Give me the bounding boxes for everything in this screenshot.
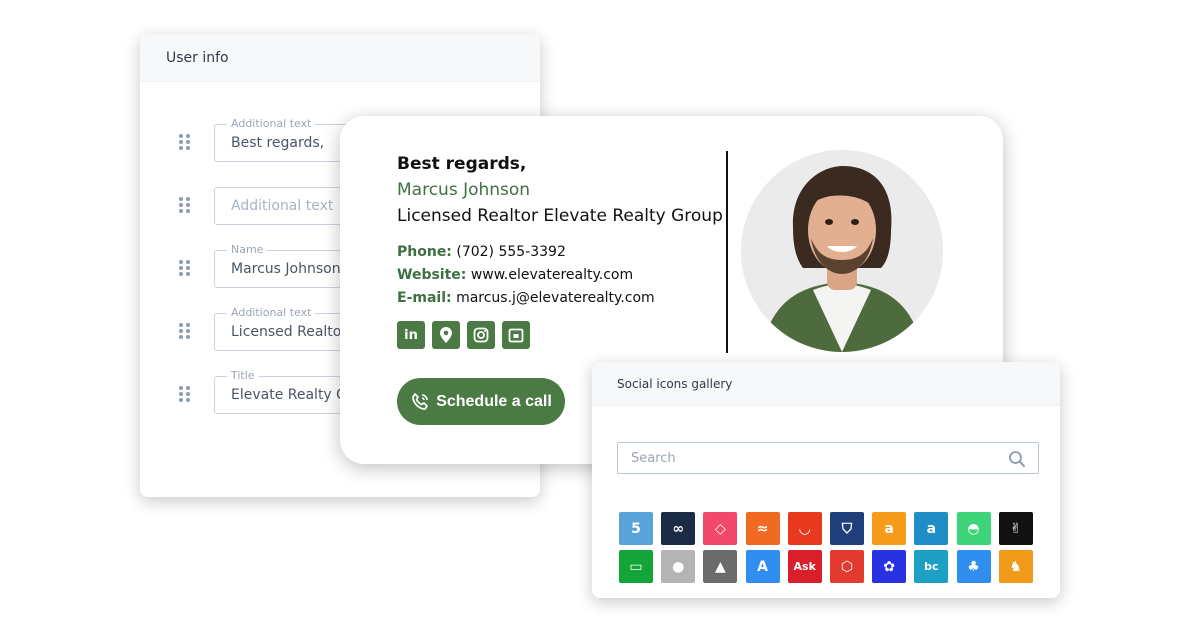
field-value: Marcus Johnson xyxy=(231,261,341,277)
amazon-a-icon[interactable]: a xyxy=(914,512,949,545)
apple-icon[interactable]: ● xyxy=(661,550,696,583)
contact-value: (702) 555-3392 xyxy=(456,244,566,260)
instagram-icon[interactable] xyxy=(467,321,495,349)
signature-greeting: Best regards, xyxy=(397,154,527,174)
app-store-icon[interactable]: A xyxy=(745,550,780,583)
ask-icon[interactable]: Ask xyxy=(787,550,822,583)
drag-handle-icon[interactable] xyxy=(179,323,191,339)
drag-handle-icon[interactable] xyxy=(179,386,191,402)
signature-social-icons: in xyxy=(397,321,530,349)
search-icon[interactable] xyxy=(1008,450,1026,468)
baidu-icon[interactable]: ✿ xyxy=(872,550,907,583)
field-value: Licensed Realtor xyxy=(231,324,348,340)
field-label: Additional text xyxy=(227,306,316,319)
signature-divider xyxy=(726,151,728,353)
drag-handle-icon[interactable] xyxy=(179,260,191,276)
drag-handle-icon[interactable] xyxy=(179,134,191,150)
gallery-icon-grid: 5 ∞ ◇ ≈ ◡ ⛉ a a ◓ ✌ ▭ ● ▲ A Ask ⬡ ✿ bc ♣ ♞ xyxy=(619,512,1033,583)
field-label: Additional text xyxy=(227,117,316,130)
field-label: Title xyxy=(227,369,259,382)
bandcamp-icon[interactable]: bc xyxy=(914,550,949,583)
tree-icon[interactable]: ♣ xyxy=(956,550,991,583)
alliance-icon[interactable]: ⛉ xyxy=(829,512,864,545)
search-placeholder: Search xyxy=(631,451,676,466)
speech-bubble-icon[interactable]: ▭ xyxy=(619,550,653,583)
contact-label: Phone: xyxy=(397,244,452,260)
contact-value: marcus.j@elevaterealty.com xyxy=(456,290,655,306)
field-placeholder: Additional text xyxy=(231,198,334,214)
signature-website: Website: www.elevaterealty.com xyxy=(397,267,633,283)
squirrel-icon[interactable]: ♞ xyxy=(998,550,1033,583)
field-value: Best regards, xyxy=(231,135,325,151)
signature-phone: Phone: (702) 555-3392 xyxy=(397,244,566,260)
signature-title: Licensed Realtor Elevate Realty Group xyxy=(397,206,723,226)
profile-photo xyxy=(741,150,943,352)
alibaba-icon[interactable]: ≈ xyxy=(745,512,780,545)
archlinux-icon[interactable]: ▲ xyxy=(703,550,738,583)
signature-email: E-mail: marcus.j@elevaterealty.com xyxy=(397,290,655,306)
contact-label: E-mail: xyxy=(397,290,452,306)
contact-value: www.elevaterealty.com xyxy=(470,267,634,283)
field-label: Name xyxy=(227,243,268,256)
500px-icon[interactable]: 5 xyxy=(619,512,653,545)
cta-label: Schedule a call xyxy=(436,392,552,410)
airbnb-icon[interactable]: ◇ xyxy=(703,512,738,545)
location-pin-icon[interactable] xyxy=(432,321,460,349)
angellist-icon[interactable]: ✌ xyxy=(998,512,1033,545)
drag-handle-icon[interactable] xyxy=(179,197,191,213)
gallery-search-input[interactable]: Search xyxy=(617,442,1039,474)
user-info-header: User info xyxy=(140,34,540,82)
contact-label: Website: xyxy=(397,267,467,283)
calendar-icon[interactable] xyxy=(502,321,530,349)
gallery-header: Social icons gallery xyxy=(592,362,1060,406)
user-info-title: User info xyxy=(166,49,229,66)
amazon-icon[interactable]: a xyxy=(872,512,907,545)
schedule-call-button[interactable]: Schedule a call xyxy=(397,378,565,425)
signature-name: Marcus Johnson xyxy=(397,180,531,200)
chain-link-icon[interactable]: ∞ xyxy=(661,512,696,545)
android-icon[interactable]: ◓ xyxy=(956,512,991,545)
aliexpress-icon[interactable]: ◡ xyxy=(787,512,822,545)
gallery-title: Social icons gallery xyxy=(617,376,733,391)
social-icons-gallery-panel: Social icons gallery Search 5 ∞ ◇ ≈ ◡ ⛉ a a ◓ ✌ ▭ ●… xyxy=(592,362,1060,598)
cube-icon[interactable]: ⬡ xyxy=(829,550,864,583)
phone-icon xyxy=(412,392,429,410)
linkedin-icon[interactable]: in xyxy=(397,321,425,349)
